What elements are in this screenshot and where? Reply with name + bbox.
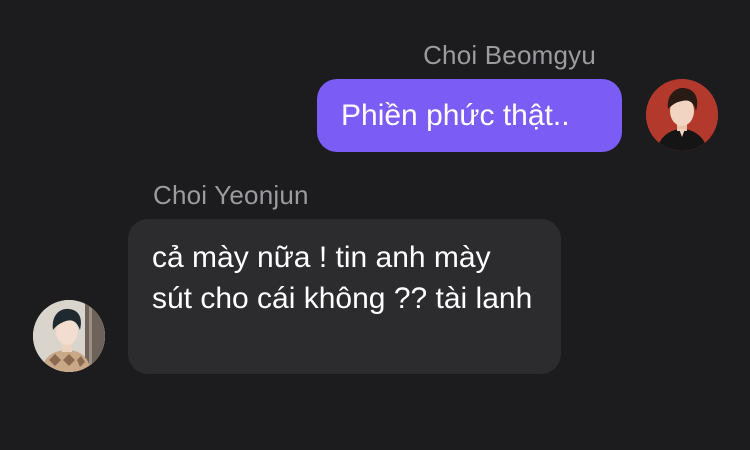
avatar[interactable]: [646, 79, 718, 151]
sender-name: Choi Beomgyu: [423, 40, 596, 70]
profile-photo-icon: [33, 300, 105, 372]
message-bubble-outgoing[interactable]: Phiền phức thật..: [317, 79, 622, 152]
avatar[interactable]: [33, 300, 105, 372]
sender-name: Choi Yeonjun: [153, 180, 309, 210]
message-text: Phiền phức thật..: [341, 99, 570, 132]
message-bubble-incoming[interactable]: cả mày nữa ! tin anh mày sút cho cái khô…: [128, 219, 561, 374]
profile-photo-icon: [646, 79, 718, 151]
message-text: cả mày nữa ! tin anh mày sút cho cái khô…: [152, 241, 533, 315]
